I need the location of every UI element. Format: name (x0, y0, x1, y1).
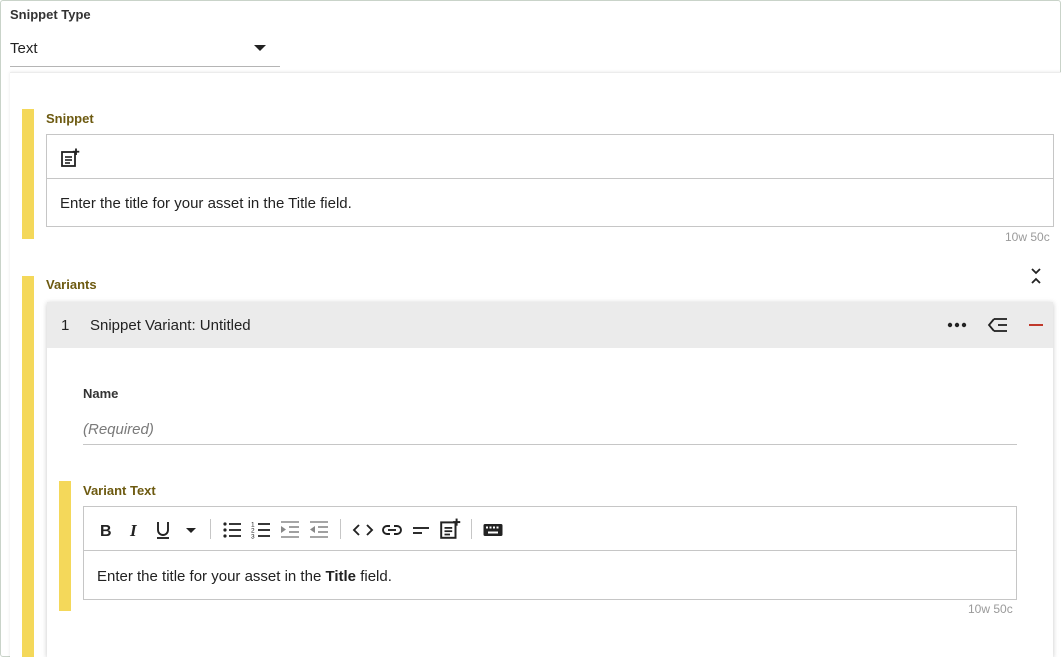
caret-down-icon[interactable] (180, 519, 202, 541)
variant-title: Snippet Variant: Untitled (90, 317, 251, 334)
bold-icon[interactable]: B (96, 519, 118, 541)
toolbar-divider (210, 519, 211, 539)
variant-text-editor[interactable]: B I 1 2 3 Enter the title for your asset… (83, 506, 1017, 600)
toolbar-divider (340, 519, 341, 539)
link-icon[interactable] (381, 519, 403, 541)
content-bold-text: Title (325, 568, 357, 585)
snippet-toolbar (47, 135, 1053, 179)
outdent-icon[interactable] (308, 519, 330, 541)
more-horizontal-icon[interactable] (947, 317, 967, 333)
collapse-all-icon[interactable] (1029, 267, 1043, 285)
variant-name-label: Name (83, 386, 119, 401)
snippet-type-select[interactable]: Text (10, 36, 280, 67)
variant-header[interactable]: 1 Snippet Variant: Untitled (47, 302, 1053, 348)
code-icon[interactable] (352, 519, 374, 541)
snippet-type-label: Snippet Type (10, 7, 91, 22)
numbered-list-icon[interactable]: 1 2 3 (250, 519, 272, 541)
svg-text:3: 3 (251, 534, 255, 541)
snippet-content[interactable]: Enter the title for your asset in the Ti… (60, 195, 352, 212)
snippet-editor[interactable]: Enter the title for your asset in the Ti… (46, 134, 1054, 227)
reorder-list-icon[interactable] (987, 316, 1009, 334)
variant-text-accent-bar (59, 481, 71, 611)
indent-icon[interactable] (279, 519, 301, 541)
snippet-counter: 10w 50c (1005, 230, 1050, 244)
svg-text:I: I (129, 521, 138, 540)
variant-text-content[interactable]: Enter the title for your asset in the Ti… (97, 568, 392, 585)
snippet-accent-bar (22, 109, 34, 239)
snippet-type-value: Text (10, 40, 38, 57)
underline-icon[interactable] (152, 519, 174, 541)
keyboard-icon[interactable] (482, 519, 504, 541)
minus-icon[interactable] (1028, 317, 1044, 333)
content-text: Enter the title for your asset in the (97, 568, 326, 585)
italic-icon[interactable]: I (124, 519, 146, 541)
content-text: field. (356, 568, 392, 585)
variant-name-input[interactable] (83, 414, 1017, 445)
variant-card: 1 Snippet Variant: Untitled Name (47, 302, 1053, 657)
variant-number: 1 (61, 317, 70, 334)
bulleted-list-icon[interactable] (221, 519, 243, 541)
svg-text:B: B (100, 523, 112, 540)
variants-label: Variants (46, 277, 97, 292)
note-add-icon[interactable] (60, 148, 80, 168)
variant-text-counter: 10w 50c (968, 602, 1013, 616)
variants-accent-bar (22, 276, 34, 657)
note-add-icon[interactable] (439, 518, 461, 540)
variant-text-label: Variant Text (83, 483, 156, 498)
toolbar-divider (471, 519, 472, 539)
variant-text-toolbar: B I 1 2 3 (84, 507, 1016, 551)
snippet-label: Snippet (46, 111, 94, 126)
horizontal-rule-icon[interactable] (410, 519, 432, 541)
caret-down-icon (254, 45, 266, 51)
